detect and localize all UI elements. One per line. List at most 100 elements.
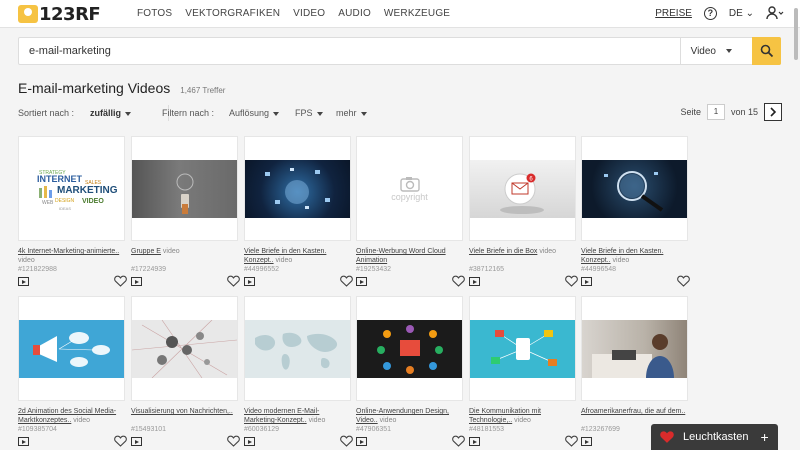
- search-type-dropdown[interactable]: Video: [679, 38, 742, 64]
- heart-icon[interactable]: [565, 435, 578, 447]
- heart-icon[interactable]: [452, 435, 465, 447]
- sort-label: Sortiert nach :: [18, 108, 75, 118]
- card-title[interactable]: Afroamerikanerfrau, die auf dem..: [581, 408, 685, 415]
- caret-down-icon: [360, 111, 367, 116]
- thumbnail-magnifier[interactable]: [582, 159, 687, 218]
- card-actions: [131, 435, 240, 449]
- resolution-filter[interactable]: Auflösung: [229, 108, 280, 118]
- sort-value: zufällig: [90, 108, 121, 118]
- film-icon: [581, 277, 592, 286]
- user-icon[interactable]: [766, 6, 784, 20]
- video-card[interactable]: Viele Briefe in den Kasten. Konzept.. vi…: [244, 136, 353, 289]
- results-title-row: E-mail-marketing Videos 1,467 Treffer: [18, 80, 225, 96]
- result-count: 1,467 Treffer: [180, 86, 226, 95]
- card-id: #121822988: [18, 266, 57, 273]
- wordcloud-word: WEB: [42, 200, 54, 206]
- video-card[interactable]: copyright Online-Werbung Word Cloud Anim…: [356, 136, 465, 289]
- next-page-button[interactable]: [764, 103, 782, 121]
- page-scrollbar[interactable]: [794, 8, 798, 60]
- card-caption: Viele Briefe in den Kasten. Konzept.. vi…: [581, 247, 688, 265]
- card-id: #48181553: [469, 426, 505, 433]
- heart-icon[interactable]: [452, 275, 465, 287]
- video-card[interactable]: STRATEGY INTERNET SALES MARKETING DESIGN…: [18, 136, 127, 289]
- thumbnail-frame: [244, 296, 351, 401]
- main-nav: FOTOS VEKTORGRAFIKEN VIDEO AUDIO WERKZEU…: [137, 8, 450, 19]
- card-title[interactable]: Online-Anwendungen Design, Video..: [356, 408, 449, 424]
- heart-icon[interactable]: [677, 275, 690, 287]
- video-card[interactable]: Die Kommunikation mit Technologie,.. vid…: [469, 296, 578, 449]
- nav-audio[interactable]: AUDIO: [338, 8, 371, 19]
- fps-filter[interactable]: FPS: [295, 108, 323, 118]
- video-card[interactable]: 2d Animation des Social Media-Marktkonze…: [18, 296, 127, 449]
- card-actions: [244, 275, 353, 289]
- sort-dropdown[interactable]: zufällig: [90, 108, 131, 118]
- site-logo[interactable]: 123RF: [18, 3, 101, 25]
- film-icon: [131, 277, 142, 286]
- video-card[interactable]: 6 Viele Briefe in die Box video #3871216…: [469, 136, 578, 289]
- thumbnail-network[interactable]: [132, 319, 237, 378]
- add-lightbox-button[interactable]: +: [760, 429, 768, 445]
- heart-icon[interactable]: [227, 435, 240, 447]
- thumbnail-communication[interactable]: [470, 319, 575, 378]
- nav-fotos[interactable]: FOTOS: [137, 8, 172, 19]
- thumbnail-frame: [131, 296, 238, 401]
- thumbnail-frame: [18, 296, 125, 401]
- thumbnail-woman[interactable]: [582, 319, 687, 378]
- card-id: #17224939: [131, 266, 167, 273]
- film-icon: [131, 437, 142, 446]
- video-card[interactable]: Video modernen E-Mail-Marketing-Konzept.…: [244, 296, 353, 449]
- heart-icon[interactable]: [227, 275, 240, 287]
- search-button[interactable]: [752, 37, 781, 65]
- heart-icon[interactable]: [340, 435, 353, 447]
- film-icon: [18, 277, 29, 286]
- thumbnail-bulb[interactable]: [132, 159, 237, 218]
- card-title[interactable]: Gruppe E: [131, 248, 161, 255]
- heart-icon[interactable]: [114, 435, 127, 447]
- fps-label: FPS: [295, 108, 313, 118]
- video-card[interactable]: Viele Briefe in den Kasten. Konzept.. vi…: [581, 136, 690, 289]
- nav-werkzeuge[interactable]: WERKZEUGE: [384, 8, 450, 19]
- video-card[interactable]: Visualisierung von Nachrichten,.. #15493…: [131, 296, 240, 449]
- card-id: #38712165: [469, 266, 505, 273]
- card-title[interactable]: Visualisierung von Nachrichten,..: [131, 408, 233, 415]
- caret-down-icon: [316, 111, 323, 116]
- thumbnail-placeholder[interactable]: copyright: [357, 159, 462, 218]
- video-card[interactable]: Gruppe E video #17224939: [131, 136, 240, 289]
- heart-icon[interactable]: [565, 275, 578, 287]
- language-selector[interactable]: DE ⌄: [729, 8, 754, 19]
- nav-vektorgrafiken[interactable]: VEKTORGRAFIKEN: [185, 8, 280, 19]
- more-filter[interactable]: mehr: [336, 108, 367, 118]
- wordcloud-word: INTERNET: [37, 174, 83, 184]
- thumbnail-mailbox[interactable]: 6: [470, 159, 575, 218]
- page-number-input[interactable]: 1: [706, 104, 725, 120]
- card-caption: Viele Briefe in die Box video: [469, 247, 576, 265]
- thumbnail-apps[interactable]: [357, 319, 462, 378]
- card-type: video: [275, 257, 293, 264]
- lightbox-bar[interactable]: Leuchtkasten +: [651, 424, 778, 450]
- card-title[interactable]: 4k Internet-Marketing-animierte..: [18, 248, 119, 255]
- header-right: PREISE ? DE ⌄: [655, 6, 784, 20]
- card-title[interactable]: Viele Briefe in die Box: [469, 248, 537, 255]
- video-card[interactable]: Online-Anwendungen Design, Video.. video…: [356, 296, 465, 449]
- thumbnail-worldmap[interactable]: [245, 319, 350, 378]
- thumbnail-wordcloud[interactable]: STRATEGY INTERNET SALES MARKETING DESIGN…: [19, 159, 124, 218]
- preise-link[interactable]: PREISE: [655, 8, 692, 19]
- card-caption: Gruppe E video: [131, 247, 238, 265]
- heart-icon[interactable]: [340, 275, 353, 287]
- caret-down-icon: [125, 111, 131, 116]
- camera-icon: [399, 176, 420, 192]
- card-type: video: [514, 417, 531, 424]
- page-label: Seite: [680, 107, 701, 117]
- nav-video[interactable]: VIDEO: [293, 8, 325, 19]
- card-actions: [581, 275, 690, 289]
- heart-icon[interactable]: [114, 275, 127, 287]
- help-icon[interactable]: ?: [703, 6, 717, 20]
- thumbnail-letters[interactable]: [245, 159, 350, 218]
- wordcloud-word: VIDEO: [82, 198, 104, 205]
- search-input[interactable]: e-mail-marketing: [29, 45, 111, 57]
- filter-bar: Sortiert nach : zufällig Filtern nach : …: [18, 103, 782, 121]
- filter-label: Filtern nach :: [162, 108, 215, 118]
- thumbnail-megaphone[interactable]: [19, 319, 124, 378]
- card-title[interactable]: Online-Werbung Word Cloud Animation: [356, 248, 446, 264]
- card-title[interactable]: 2d Animation des Social Media-Marktkonze…: [18, 408, 116, 424]
